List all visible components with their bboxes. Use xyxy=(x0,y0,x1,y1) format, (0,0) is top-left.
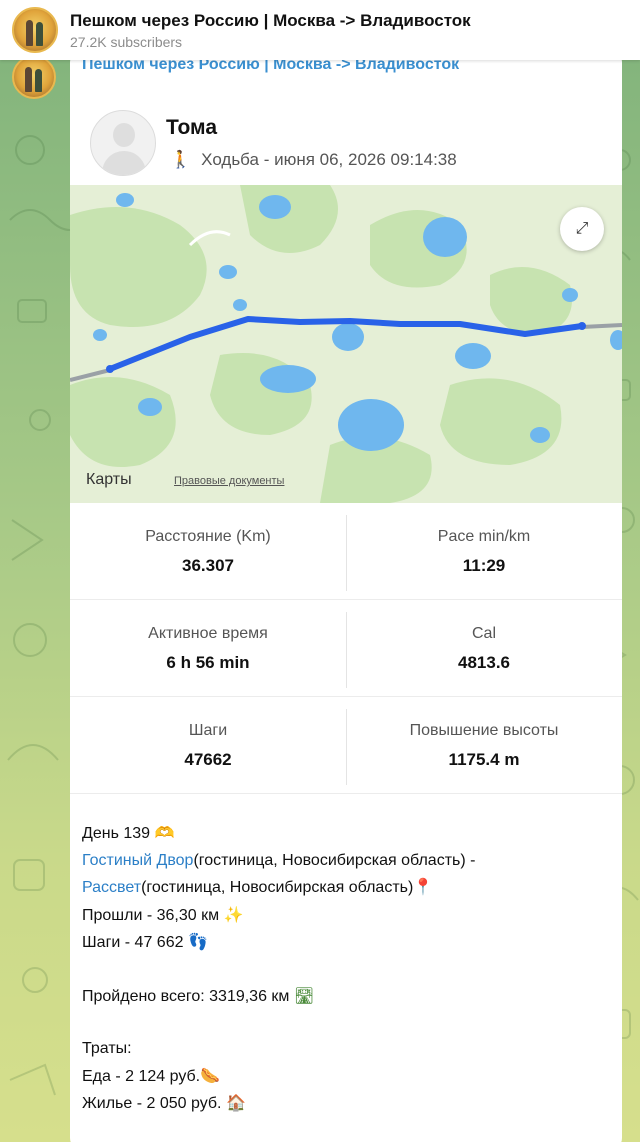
channel-avatar[interactable] xyxy=(12,7,58,53)
message-bubble: Пешком через Россию | Москва -> Владивос… xyxy=(70,50,622,1142)
heart-hands-icon: 🫶 xyxy=(154,823,175,842)
stats-row: Расстояние (Km) 36.307 Pace min/km 11:29 xyxy=(70,503,622,600)
route-from-line: Гостиный Двор(гостиница, Новосибирская о… xyxy=(82,851,476,869)
maps-logo: Карты xyxy=(86,471,132,488)
total-line: Пройдено всего: 3319,36 км 🛣 xyxy=(82,985,315,1005)
hotdog-icon: 🌭 xyxy=(200,1065,221,1085)
map-canvas xyxy=(70,185,622,503)
route-to-line: Рассвет(гостиница, Новосибирская область… xyxy=(82,877,434,896)
pin-icon: 📍 xyxy=(413,877,434,896)
road-icon: 🛣 xyxy=(293,985,315,1005)
from-link[interactable]: Гостиный Двор xyxy=(82,852,193,869)
housing-line: Жилье - 2 050 руб. 🏠 xyxy=(82,1093,246,1112)
expand-icon: ⤢ xyxy=(575,220,589,237)
activity-line: 🚶 Ходьба - июня 06, 2026 09:14:38 xyxy=(170,150,457,170)
stat-active-time: Активное время 6 h 56 min xyxy=(148,625,268,672)
stat-elevation: Повышение высоты 1175.4 m xyxy=(409,722,559,769)
user-avatar xyxy=(90,110,156,176)
house-icon: 🏠 xyxy=(225,1093,246,1112)
day-line: День 139 🫶 xyxy=(82,823,175,842)
post-text: День 139 🫶 Гостиный Двор(гостиница, Ново… xyxy=(82,820,612,1118)
stat-steps: Шаги 47662 xyxy=(184,722,232,769)
user-name: Тома xyxy=(166,116,217,139)
sender-avatar[interactable] xyxy=(12,55,56,99)
subscriber-count: 27.2K subscribers xyxy=(70,33,183,50)
channel-title[interactable]: Пешком через Россию | Москва -> Владивос… xyxy=(70,11,471,31)
expand-map-button[interactable]: ⤢ xyxy=(560,207,604,251)
stats-row: Активное время 6 h 56 min Cal 4813.6 xyxy=(70,600,622,697)
steps-line: Шаги - 47 662 👣 xyxy=(82,932,208,951)
stat-distance: Расстояние (Km) 36.307 xyxy=(145,528,271,575)
route-map[interactable]: ⤢ Карты Правовые документы xyxy=(70,185,622,503)
walking-icon: 🚶 xyxy=(170,150,192,169)
to-link[interactable]: Рассвет xyxy=(82,879,141,896)
stat-pace: Pace min/km 11:29 xyxy=(437,528,531,575)
stats-grid: Расстояние (Km) 36.307 Pace min/km 11:29… xyxy=(70,503,622,795)
channel-header[interactable]: Пешком через Россию | Москва -> Владивос… xyxy=(0,0,640,60)
footprints-icon: 👣 xyxy=(187,932,208,951)
expenses-title: Траты: xyxy=(82,1040,132,1057)
stats-row: Шаги 47662 Повышение высоты 1175.4 m xyxy=(70,697,622,794)
activity-text: Ходьба - июня 06, 2026 09:14:38 xyxy=(201,150,457,169)
sparkles-icon: ✨ xyxy=(223,904,244,924)
legal-link[interactable]: Правовые документы xyxy=(174,475,284,487)
walked-line: Прошли - 36,30 км ✨ xyxy=(82,904,244,924)
food-line: Еда - 2 124 руб.🌭 xyxy=(82,1065,221,1085)
stat-calories: Cal 4813.6 xyxy=(458,625,510,672)
